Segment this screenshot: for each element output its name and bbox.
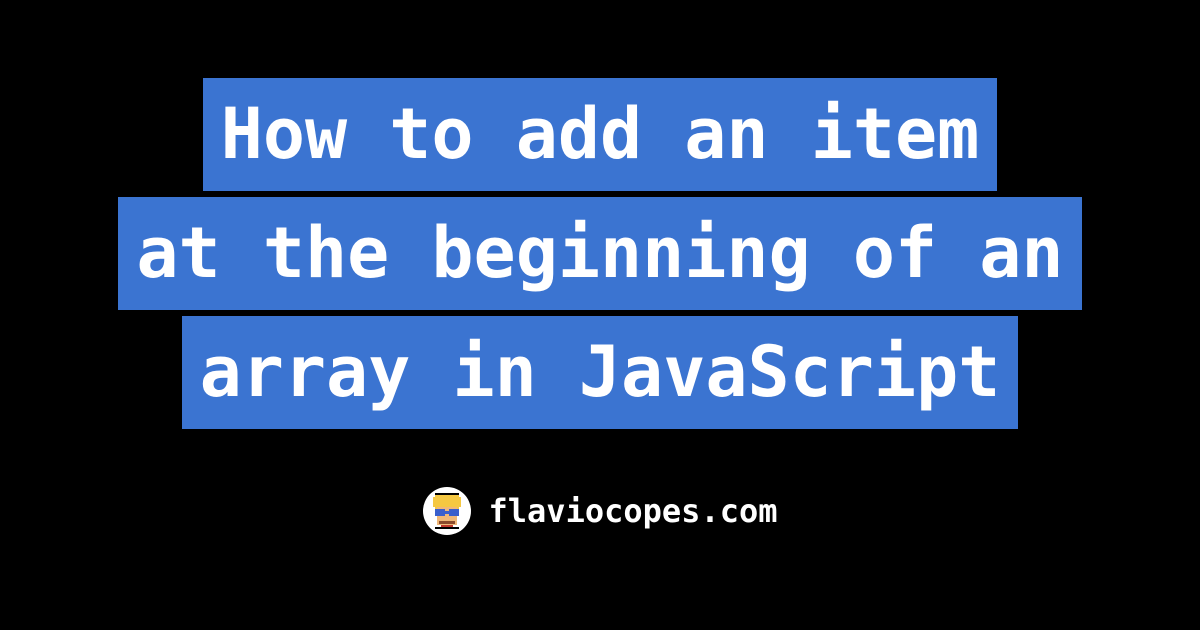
title-line-3: array in JavaScript xyxy=(182,316,1019,429)
article-title: How to add an item at the beginning of a… xyxy=(118,75,1081,432)
title-line-1: How to add an item xyxy=(203,78,998,191)
footer: flaviocopes.com xyxy=(423,487,778,535)
site-name: flaviocopes.com xyxy=(489,492,778,530)
title-line-2: at the beginning of an xyxy=(118,197,1081,310)
author-avatar-icon xyxy=(423,487,471,535)
